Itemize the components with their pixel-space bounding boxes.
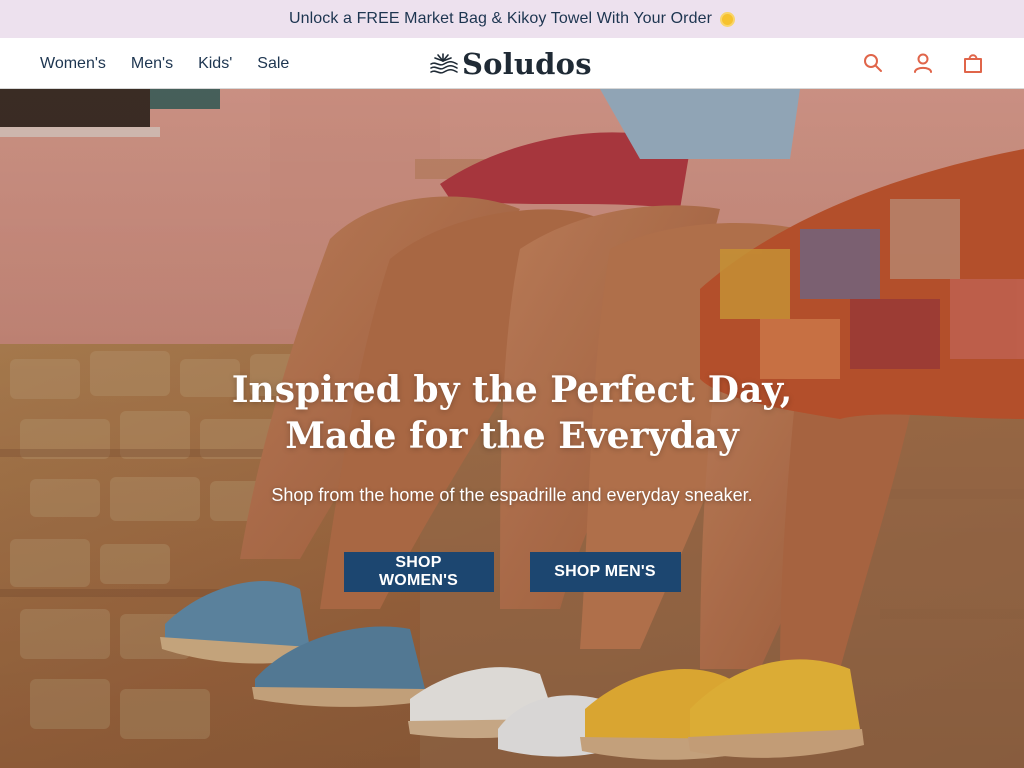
sun-icon	[720, 12, 735, 27]
hero-title-line1: Inspired by the Perfect Day,	[231, 369, 793, 411]
promo-text: Unlock a FREE Market Bag & Kikoy Towel W…	[288, 10, 713, 27]
hero-cta-group: SHOP WOMEN'S SHOP MEN'S	[0, 552, 1024, 592]
nav-womens[interactable]: Women's	[40, 55, 106, 73]
main-nav: Women's Men's Kids' Sale	[40, 38, 314, 89]
nav-kids[interactable]: Kids'	[198, 55, 232, 73]
hero-subtitle: Shop from the home of the espadrille and…	[271, 485, 753, 505]
logo-wave-icon	[430, 53, 458, 74]
site-header: Women's Men's Kids' Sale Soludos	[0, 38, 1024, 89]
header-icons	[862, 50, 984, 76]
bag-icon[interactable]	[962, 50, 984, 76]
nav-mens[interactable]: Men's	[131, 55, 173, 73]
shop-womens-button[interactable]: SHOP WOMEN'S	[343, 552, 494, 592]
search-icon[interactable]	[862, 50, 884, 76]
brand-logo[interactable]: Soludos	[429, 45, 592, 83]
hero-content: Inspired by the Perfect Day, Made for th…	[0, 367, 1024, 592]
logo-text: Soludos	[462, 47, 592, 81]
shop-mens-button[interactable]: SHOP MEN'S	[529, 552, 681, 592]
hero-title: Inspired by the Perfect Day, Made for th…	[0, 367, 1024, 459]
nav-sale[interactable]: Sale	[257, 55, 289, 73]
account-icon[interactable]	[912, 50, 934, 76]
hero-banner: Inspired by the Perfect Day, Made for th…	[0, 89, 1024, 768]
promo-bar[interactable]: Unlock a FREE Market Bag & Kikoy Towel W…	[0, 0, 1024, 38]
hero-title-line2: Made for the Everyday	[285, 415, 739, 457]
